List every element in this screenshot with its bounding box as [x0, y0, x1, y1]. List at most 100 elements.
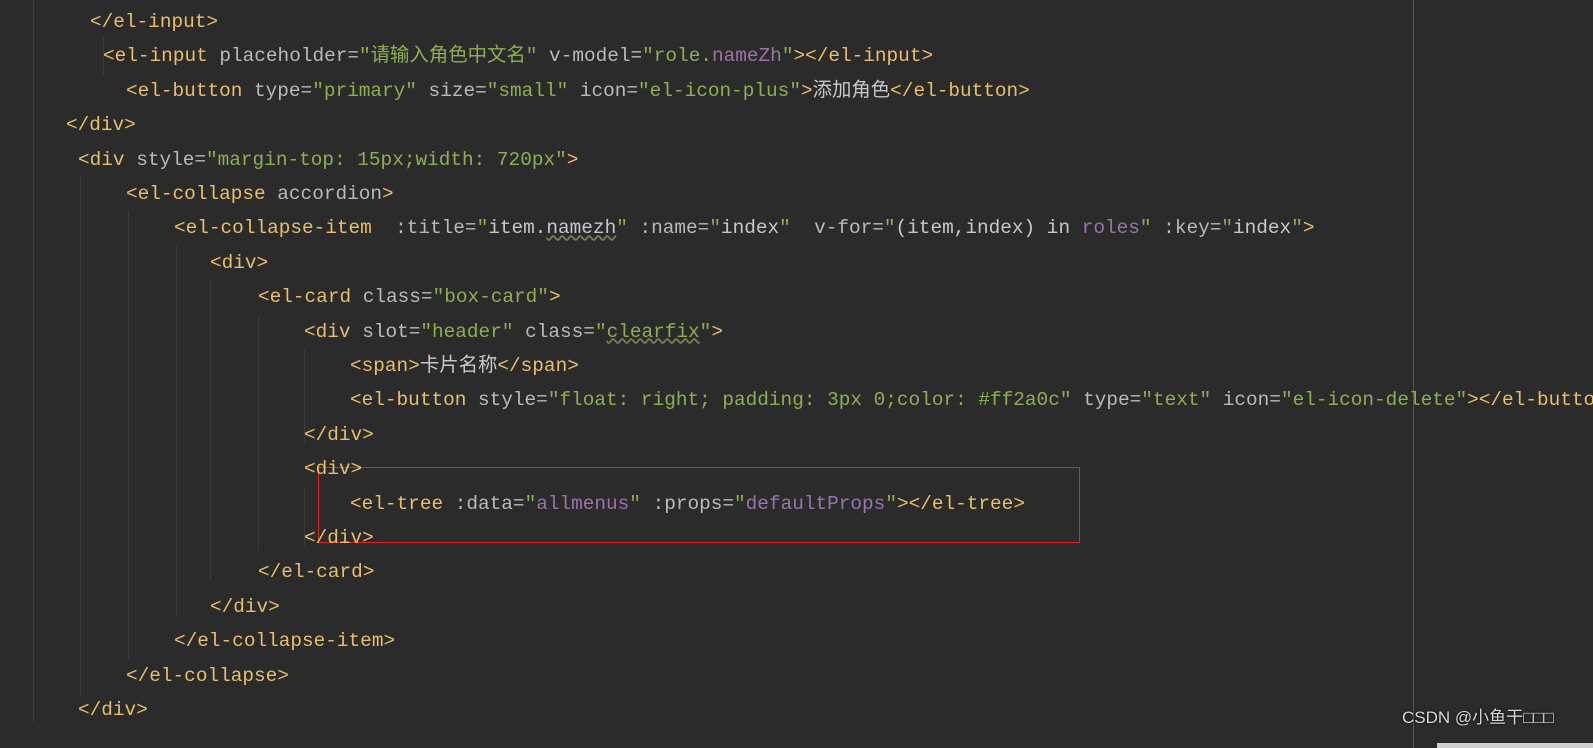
code-token: accordion — [277, 183, 383, 205]
code-token: </el-input> — [90, 11, 218, 33]
code-line[interactable]: <span>卡片名称</span> — [350, 349, 579, 383]
code-token: (item,index) in — [895, 217, 1082, 240]
code-line[interactable]: <el-collapse accordion> — [126, 177, 394, 211]
code-token: > — [566, 148, 579, 171]
code-token: item. — [488, 217, 547, 240]
code-line[interactable]: </el-card> — [258, 555, 374, 589]
code-token: :name= — [627, 217, 710, 240]
code-token: <el-button — [350, 389, 478, 412]
code-token: "请输入角色中文名" — [359, 45, 538, 68]
code-token: " — [883, 217, 896, 240]
code-token: class= — [362, 286, 433, 309]
code-token: clearfix — [606, 320, 700, 343]
code-line[interactable]: <div> — [210, 246, 268, 280]
code-token: v-model= — [537, 45, 643, 68]
code-token: > — [800, 79, 813, 102]
code-token: "el-icon-plus" — [638, 79, 801, 102]
code-line[interactable]: </div> — [66, 108, 136, 142]
code-line[interactable]: </div> — [304, 521, 374, 555]
code-token: <el-collapse-item — [174, 217, 396, 240]
code-line[interactable]: <div> — [304, 452, 362, 486]
code-line[interactable]: </div> — [78, 693, 148, 727]
code-token: " — [629, 492, 641, 515]
code-token: class= — [513, 320, 595, 343]
code-token: "el-icon-delete" — [1280, 389, 1468, 412]
code-line[interactable]: <div style="margin-top: 15px;width: 720p… — [78, 143, 578, 177]
code-token: </div> — [304, 527, 374, 549]
code-token: > — [711, 320, 723, 343]
indent-guide — [258, 315, 259, 550]
code-token: 添加角色 — [812, 79, 891, 102]
code-token: <el-card — [258, 286, 363, 309]
code-token: allmenus — [536, 492, 630, 515]
code-token: :data= — [454, 492, 525, 515]
code-token: </div> — [66, 114, 136, 137]
code-token: </el-button> — [890, 79, 1030, 102]
code-token: " — [709, 217, 721, 240]
code-token: "small" — [486, 79, 569, 102]
watermark: CSDN @小鱼干□□□ — [1402, 708, 1554, 727]
code-line[interactable]: <el-input placeholder="请输入角色中文名" v-model… — [103, 39, 933, 73]
code-token: </span> — [497, 355, 579, 377]
code-token: "margin-top: 15px;width: 720px" — [206, 148, 567, 171]
code-token: ></el-tree> — [896, 492, 1025, 515]
code-token: <el-tree — [350, 492, 455, 515]
code-token: " — [476, 217, 489, 240]
indent-guide — [80, 175, 81, 695]
code-token: "float: right; padding: 3px 0;color: #ff… — [547, 389, 1072, 412]
indent-guide — [210, 280, 211, 580]
code-token: " — [734, 492, 746, 515]
code-token: icon= — [568, 79, 639, 102]
code-line[interactable]: <el-button style="float: right; padding:… — [350, 383, 1593, 417]
indent-guide — [33, 0, 34, 722]
code-token: </div> — [78, 699, 148, 721]
code-line[interactable]: </div> — [210, 590, 280, 624]
code-token: placeholder= — [219, 45, 360, 68]
code-token: </el-collapse> — [126, 664, 289, 687]
code-line[interactable]: <el-tree :data="allmenus" :props="defaul… — [350, 487, 1025, 521]
code-token: <span> — [350, 355, 420, 377]
code-line[interactable]: </el-collapse-item> — [174, 624, 395, 658]
code-token: <div — [78, 148, 137, 171]
code-token: <el-button — [126, 79, 254, 102]
code-token: " — [1139, 217, 1152, 240]
code-token: <el-collapse — [126, 183, 278, 205]
code-token: <el-input — [103, 45, 220, 68]
code-token: <div — [304, 320, 363, 343]
code-token: v-for= — [790, 217, 884, 240]
horizontal-scrollbar[interactable] — [1437, 743, 1593, 748]
code-line[interactable]: </div> — [304, 418, 374, 452]
code-token: </el-collapse-item> — [174, 630, 396, 653]
code-token: </div> — [304, 423, 374, 446]
code-line[interactable]: </el-input> — [90, 5, 218, 39]
code-token: ></el-input> — [793, 45, 934, 68]
indent-guide — [128, 210, 129, 660]
code-token: " — [616, 217, 628, 240]
code-line[interactable]: <el-collapse-item :title="item.namezh" :… — [174, 211, 1314, 245]
code-token: style= — [478, 389, 548, 412]
code-token: style= — [136, 148, 207, 171]
code-line[interactable]: <div slot="header" class="clearfix"> — [304, 315, 723, 349]
code-token: roles — [1081, 217, 1140, 240]
code-token: "header" — [420, 320, 514, 343]
code-token: " — [885, 492, 897, 515]
code-token: "role. — [642, 45, 712, 68]
code-token: 卡片名称 — [419, 355, 498, 377]
code-token: </div> — [210, 595, 280, 618]
code-line[interactable]: </el-collapse> — [126, 659, 289, 693]
right-margin-guide — [1413, 0, 1414, 748]
code-token: ></el-button> — [1467, 389, 1593, 412]
code-line[interactable]: <el-card class="box-card"> — [258, 280, 561, 314]
code-line[interactable]: <el-button type="primary" size="small" i… — [126, 74, 1030, 108]
code-token: nameZh — [711, 45, 782, 68]
code-token: "primary" — [312, 79, 417, 102]
code-token: " — [524, 492, 537, 515]
code-token: icon= — [1211, 389, 1281, 412]
code-token: index — [720, 217, 780, 240]
code-token: " — [594, 320, 607, 343]
code-editor[interactable]: CSDN @小鱼干□□□ </el-input> <el-input placeh… — [0, 0, 1593, 748]
code-token: " — [1291, 217, 1303, 240]
code-token: " — [779, 217, 791, 240]
code-token: defaultProps — [745, 492, 886, 515]
code-token: " — [699, 320, 712, 343]
